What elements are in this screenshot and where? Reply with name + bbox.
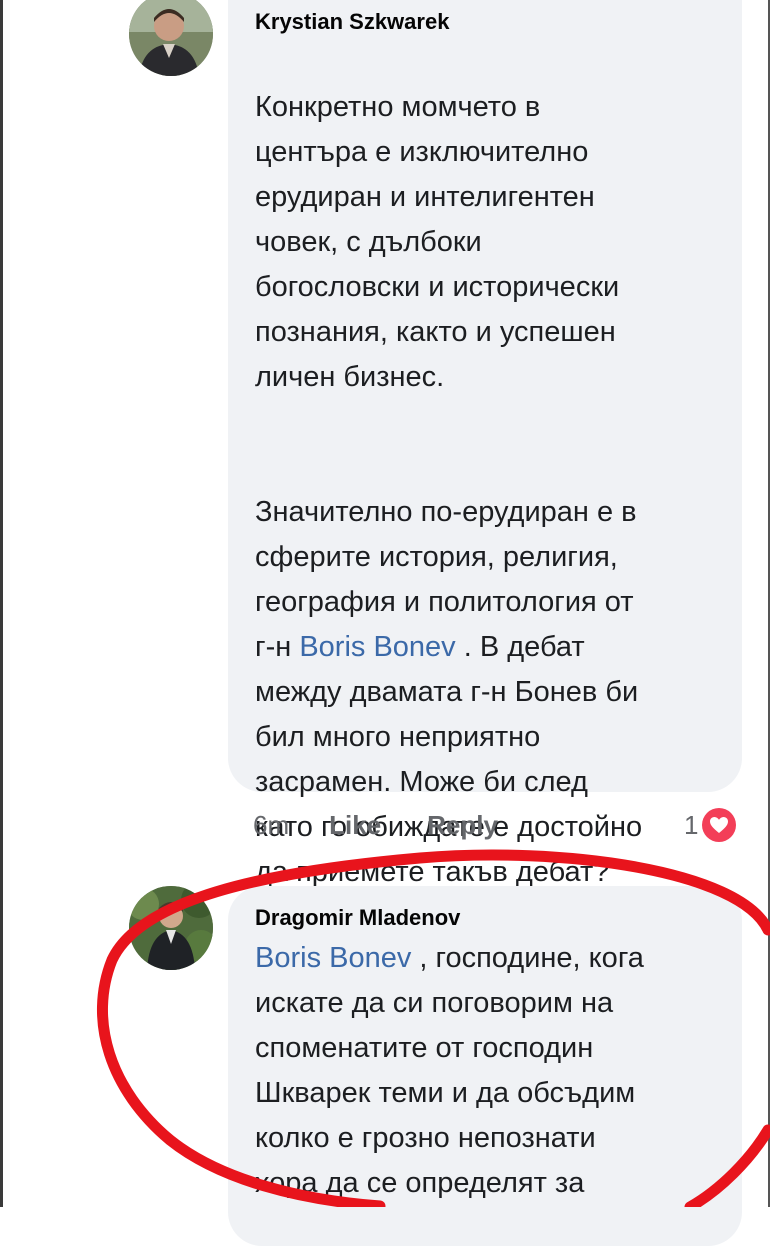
- reaction-summary[interactable]: 1: [684, 803, 737, 847]
- like-button[interactable]: Like: [329, 810, 381, 841]
- avatar[interactable]: [129, 886, 213, 970]
- reply-button[interactable]: Reply: [427, 810, 498, 841]
- comment-text: Boris Bonev , господине, кога искате да …: [255, 936, 716, 1206]
- comment-paragraph: Конкретно момчето в центъра е изключител…: [255, 91, 620, 393]
- heart-icon: [702, 808, 737, 842]
- comment-text-segment: . В дебат между двамата г-н Бонев би бил…: [255, 631, 643, 888]
- profile-photo-icon: [129, 0, 213, 76]
- reaction-count: 1: [684, 809, 699, 840]
- comment-author[interactable]: Dragomir Mladenov: [255, 904, 716, 932]
- profile-photo-icon: [129, 886, 213, 970]
- comment-bubble: Dragomir Mladenov Boris Bonev , господин…: [228, 886, 742, 1246]
- avatar[interactable]: [129, 0, 213, 76]
- comment-timestamp[interactable]: 6m: [253, 810, 289, 841]
- mention-link[interactable]: Boris Bonev: [255, 942, 411, 974]
- comment-author[interactable]: Krystian Szkwarek: [255, 8, 716, 36]
- comment-actions: 6m Like Reply: [253, 803, 498, 847]
- comment-bubble: Krystian Szkwarek Конкретно момчето в це…: [228, 0, 742, 888]
- left-frame-border: [0, 0, 3, 1207]
- comment-text-segment: , господине, кога искате да си поговорим…: [255, 942, 644, 1199]
- mention-link[interactable]: Boris Bonev: [299, 631, 455, 663]
